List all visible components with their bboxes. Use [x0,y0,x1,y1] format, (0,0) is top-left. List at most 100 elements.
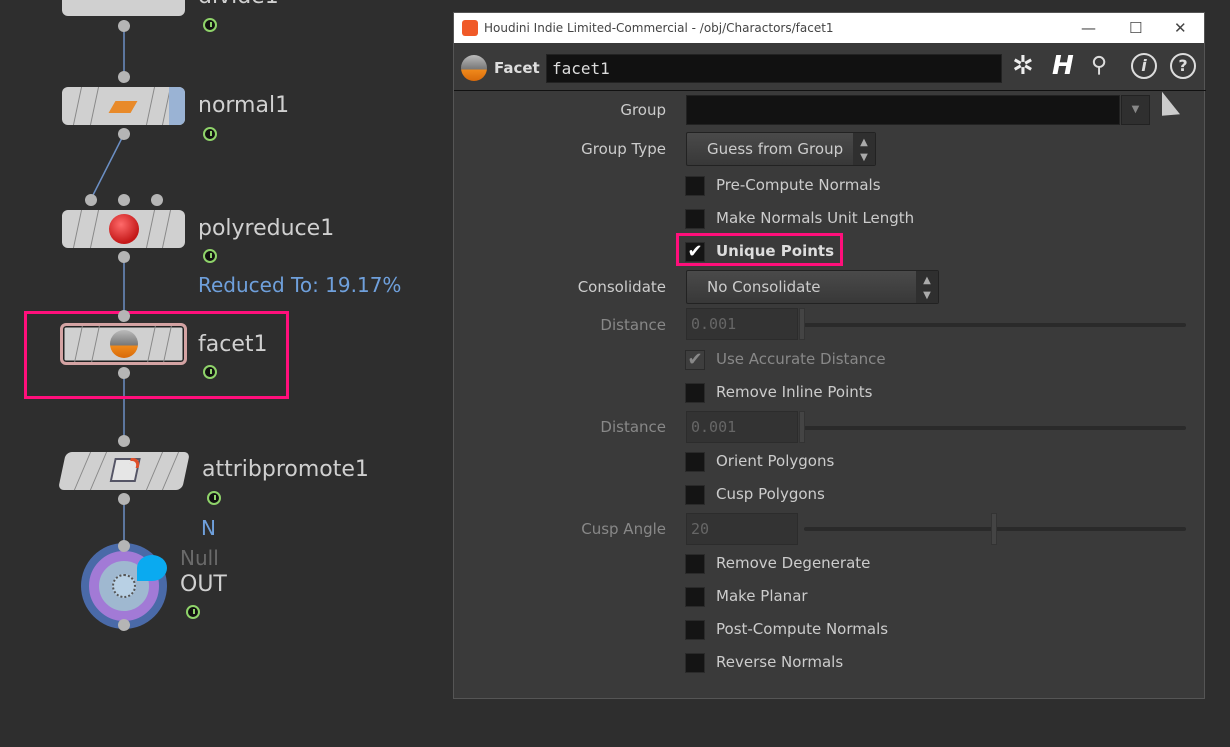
remove-inline-points-label: Remove Inline Points [716,383,873,401]
remove-inline-points-checkbox[interactable] [685,383,705,403]
facet-icon [110,330,138,358]
attribpromote-icon [109,458,141,482]
output-connector[interactable] [118,251,130,263]
node-out[interactable] [81,543,167,629]
houdini-h-icon[interactable]: H [1052,51,1074,81]
select-arrow-icon[interactable] [1162,91,1180,127]
input-connector[interactable] [118,71,130,83]
maximize-button[interactable]: ☐ [1129,19,1142,37]
distance-label: Distance [600,418,666,436]
node-type-label: Facet [494,59,540,77]
clock-icon [203,18,217,32]
close-button[interactable]: ✕ [1174,19,1187,37]
remove-degenerate-checkbox[interactable] [685,554,705,574]
node-label: divide1 [198,0,279,9]
clock-icon [203,127,217,141]
make-normals-unit-label: Make Normals Unit Length [716,209,915,227]
post-compute-normals-label: Post-Compute Normals [716,620,889,638]
cusp-angle-input[interactable]: 20 [686,513,798,545]
minimize-button[interactable]: — [1081,19,1096,37]
make-planar-label: Make Planar [716,587,808,605]
input-connector[interactable] [118,310,130,322]
node-divide1[interactable] [62,0,185,16]
updown-arrow-icon: ▲ ▼ [853,133,875,165]
node-normal1[interactable] [62,87,185,125]
node-flag-text: N [201,516,216,540]
node-label: normal1 [198,93,290,118]
group-type-label: Group Type [581,140,666,158]
output-connector[interactable] [118,20,130,32]
houdini-logo-icon [462,20,478,36]
node-label: facet1 [198,332,268,357]
unique-points-label: Unique Points [716,242,835,260]
gear-icon[interactable]: ✲ [1012,51,1034,81]
polyreduce-icon [109,214,139,244]
consolidate-label: Consolidate [577,278,666,296]
node-label: attribpromote1 [202,457,369,482]
input-connector[interactable] [151,194,163,206]
make-normals-unit-checkbox[interactable] [685,209,705,229]
cusp-polygons-checkbox[interactable] [685,485,705,505]
orient-polygons-checkbox[interactable] [685,452,705,472]
cusp-angle-label: Cusp Angle [581,520,666,538]
clock-icon [186,605,200,619]
output-connector[interactable] [118,493,130,505]
output-connector[interactable] [118,619,130,631]
distance-slider-handle[interactable] [799,308,805,340]
clock-icon [203,365,217,379]
group-type-menu[interactable]: Guess from Group ▲ ▼ [686,132,876,166]
make-planar-checkbox[interactable] [685,587,705,607]
post-compute-normals-checkbox[interactable] [685,620,705,640]
clock-icon [207,491,221,505]
input-connector[interactable] [118,540,130,552]
use-accurate-distance-label: Use Accurate Distance [716,350,886,368]
node-facet1[interactable] [60,323,187,365]
output-connector[interactable] [118,128,130,140]
use-accurate-distance-checkbox[interactable]: ✔ [685,350,705,370]
output-connector[interactable] [118,367,130,379]
facet-node-icon[interactable] [461,55,487,81]
cusp-polygons-label: Cusp Polygons [716,485,825,503]
node-type-label: Null [180,546,219,570]
consolidate-menu[interactable]: No Consolidate ▲ ▼ [686,270,939,304]
group-dropdown-button[interactable]: ▼ [1121,95,1150,125]
distance-slider[interactable] [804,323,1186,327]
group-label: Group [620,101,666,119]
distance-input[interactable]: 0.001 [686,308,798,340]
title-bar[interactable]: Houdini Indie Limited-Commercial - /obj/… [454,13,1204,43]
node-attribpromote1[interactable] [57,452,191,490]
normal-icon [108,101,138,113]
distance-input[interactable]: 0.001 [686,411,798,443]
cusp-angle-slider-handle[interactable] [991,513,997,545]
distance-label: Distance [600,316,666,334]
clock-icon [203,249,217,263]
node-name-input[interactable]: facet1 [546,54,1002,83]
node-label: OUT [180,572,227,597]
distance-slider-handle[interactable] [799,411,805,443]
pre-compute-normals-label: Pre-Compute Normals [716,176,881,194]
parameter-header: Facet facet1 ✲ H ⚲ i ? [454,49,1206,91]
node-label: polyreduce1 [198,216,335,241]
updown-arrow-icon: ▲ ▼ [916,271,938,303]
input-connector[interactable] [118,435,130,447]
distance-slider[interactable] [804,426,1186,430]
help-icon[interactable]: ? [1170,53,1196,79]
network-editor[interactable]: divide1 normal1 polyreduce1 Reduced To: … [0,0,453,747]
search-icon[interactable]: ⚲ [1091,53,1107,78]
info-icon[interactable]: i [1131,53,1157,79]
pre-compute-normals-checkbox[interactable] [685,176,705,196]
orient-polygons-label: Orient Polygons [716,452,835,470]
input-connector[interactable] [85,194,97,206]
node-polyreduce1[interactable] [62,210,185,248]
reverse-normals-checkbox[interactable] [685,653,705,673]
reverse-normals-label: Reverse Normals [716,653,844,671]
group-type-value: Guess from Group [707,140,844,158]
unique-points-checkbox[interactable]: ✔ [685,242,705,262]
window-title: Houdini Indie Limited-Commercial - /obj/… [484,21,834,35]
group-input[interactable] [686,95,1120,125]
input-connector[interactable] [118,194,130,206]
node-info-text: Reduced To: 19.17% [198,273,402,297]
consolidate-value: No Consolidate [707,278,821,296]
parameter-window: Houdini Indie Limited-Commercial - /obj/… [453,12,1206,699]
remove-degenerate-label: Remove Degenerate [716,554,871,572]
